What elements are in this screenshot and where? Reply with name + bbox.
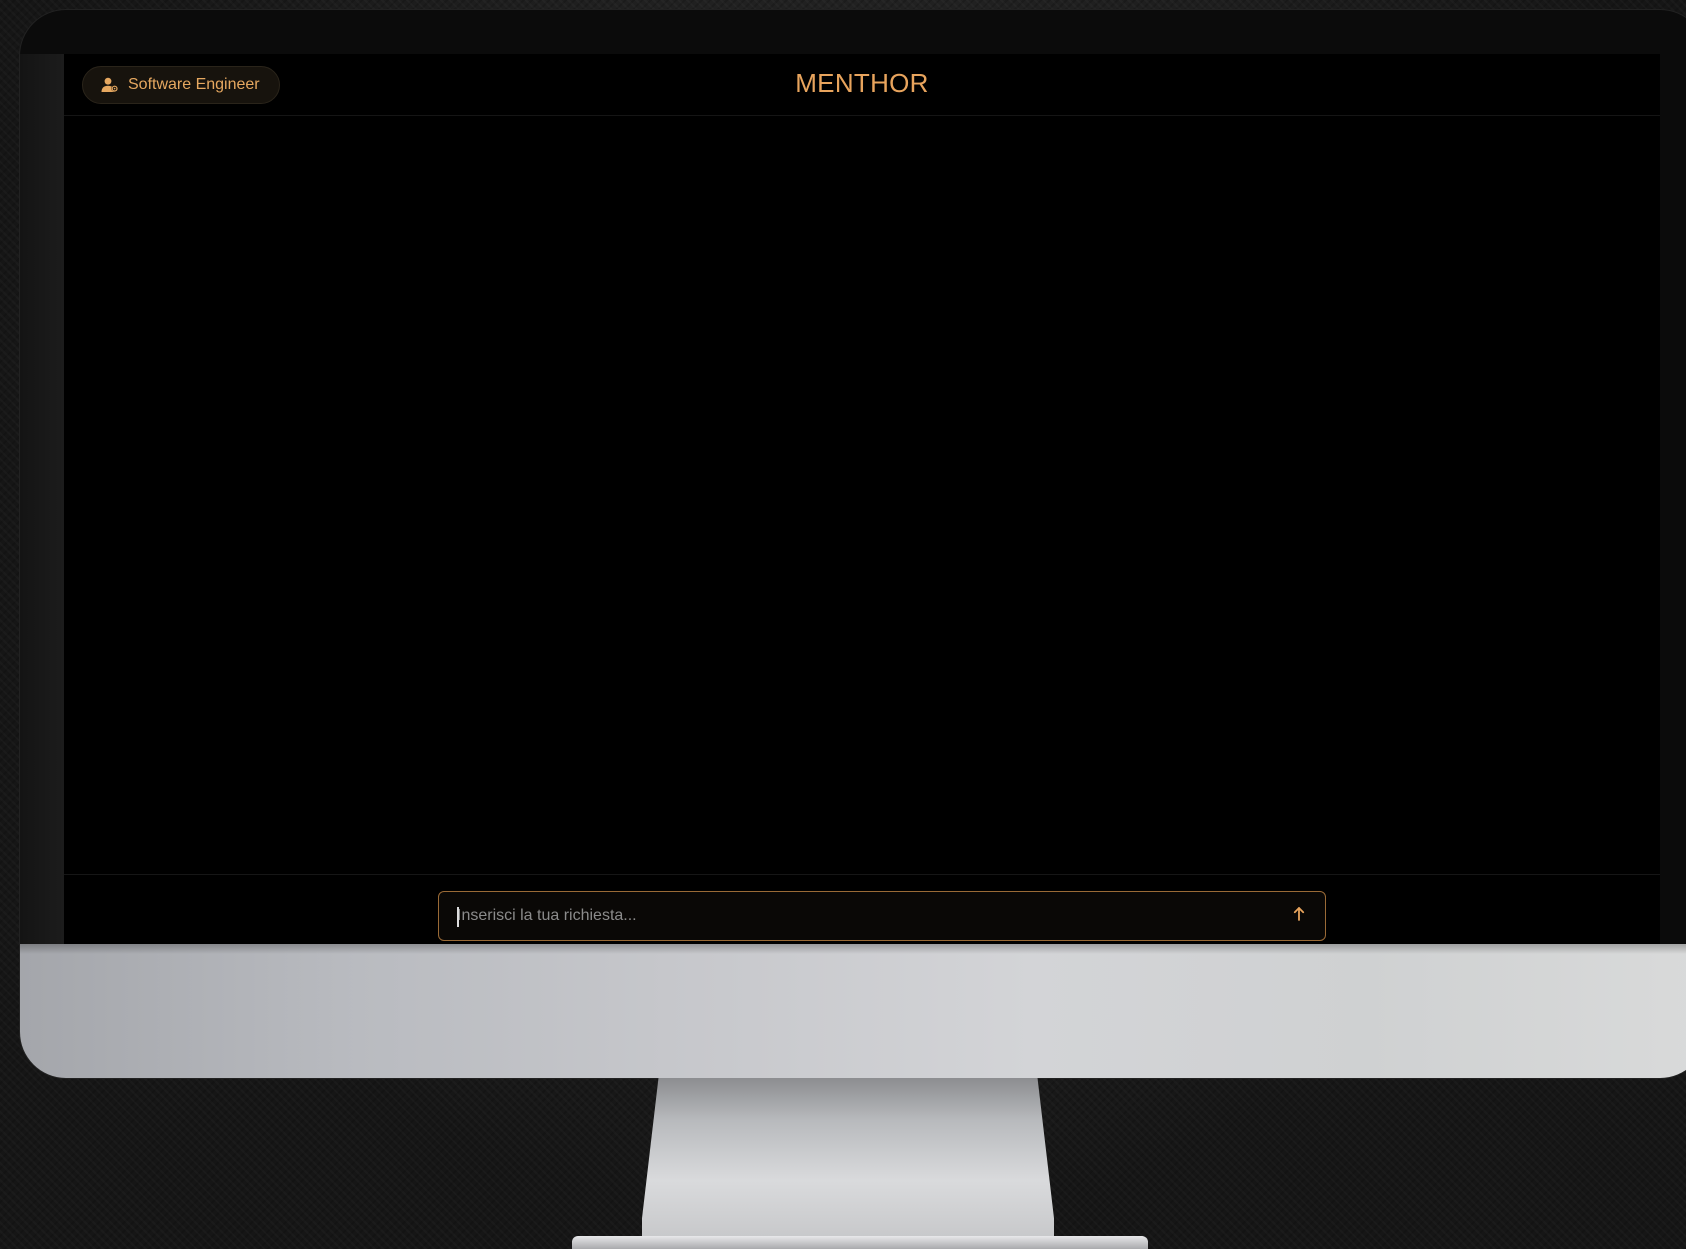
monitor-chin <box>20 944 1686 1078</box>
composer-bar <box>64 874 1660 944</box>
monitor-stand-base <box>572 1236 1148 1249</box>
send-button[interactable] <box>1279 896 1319 936</box>
prompt-input[interactable] <box>439 892 1279 940</box>
monitor-stand <box>642 1078 1054 1249</box>
app-header: Software Engineer MENTHOR <box>64 54 1660 116</box>
app-title: MENTHOR <box>795 68 929 98</box>
app-screen: Software Engineer MENTHOR <box>64 54 1660 944</box>
screen-bezel <box>20 54 64 944</box>
prompt-input-box <box>438 891 1326 941</box>
arrow-up-icon <box>1293 906 1305 926</box>
text-caret <box>457 907 459 927</box>
monitor-frame: Software Engineer MENTHOR <box>20 10 1686 1078</box>
chat-messages-area <box>64 116 1660 874</box>
